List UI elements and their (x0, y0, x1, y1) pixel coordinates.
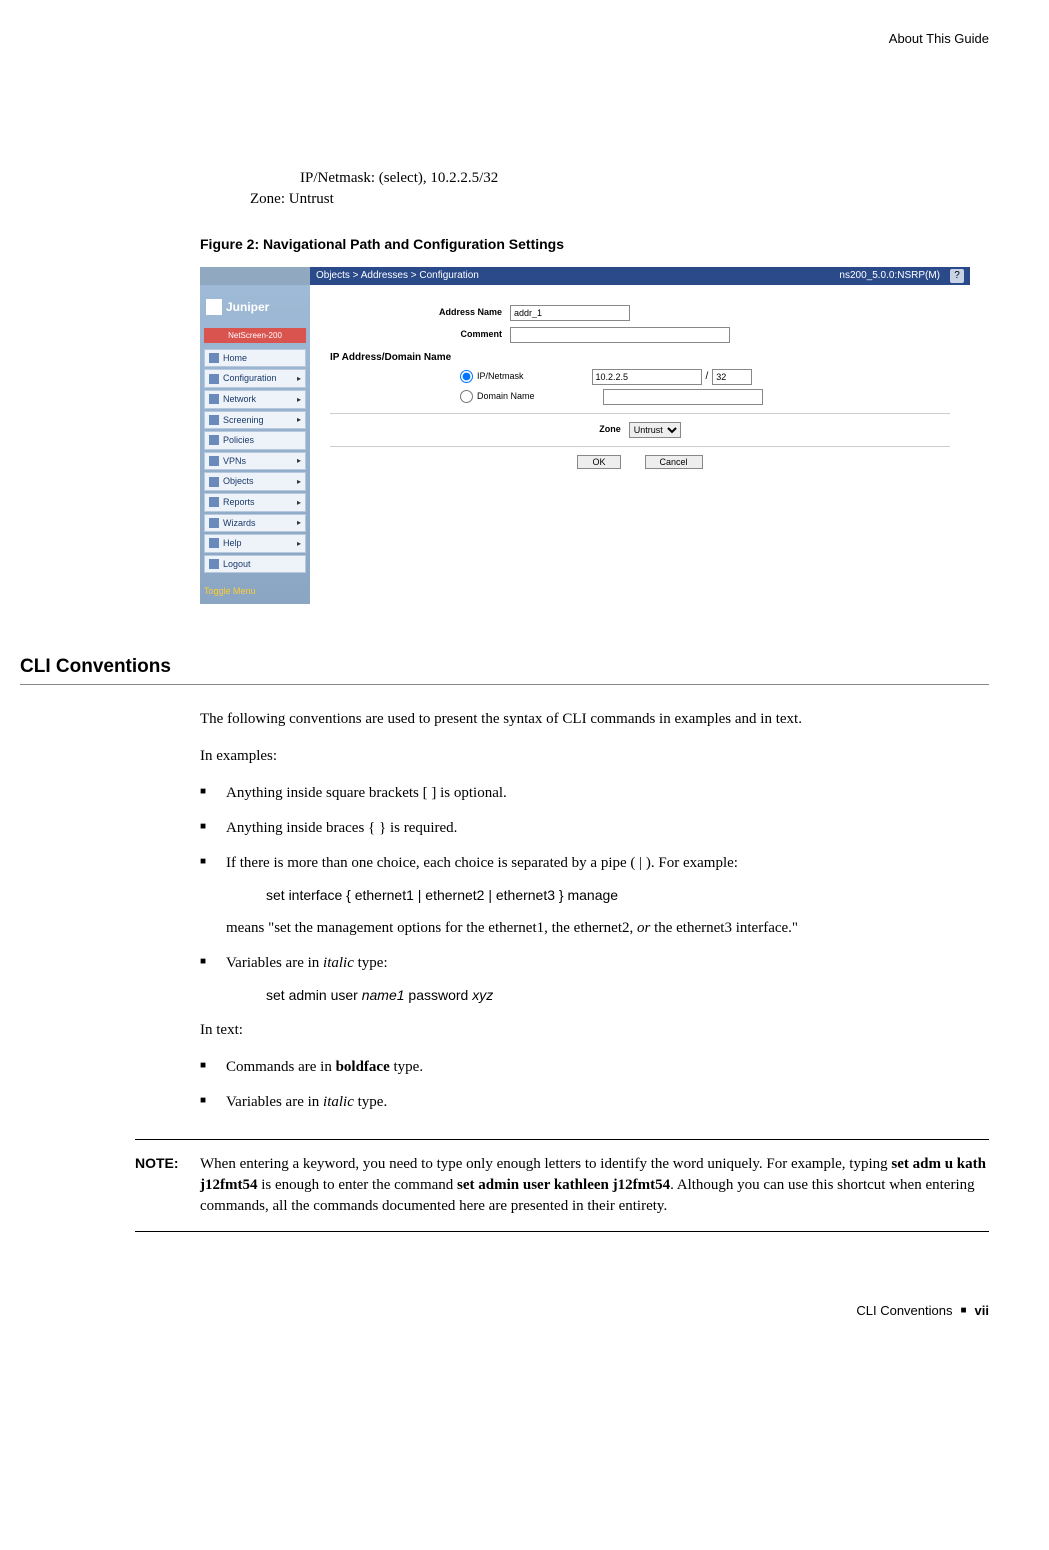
menu-icon (209, 538, 219, 548)
sidebar-item[interactable]: Screening▸ (204, 411, 306, 430)
comment-label: Comment (330, 328, 510, 341)
breadcrumb-bar: Objects > Addresses > Configuration ns20… (310, 267, 970, 285)
menu-icon (209, 559, 219, 569)
note-label: NOTE: (135, 1154, 200, 1217)
menu-icon (209, 497, 219, 507)
ip-netmask-label: IP/Netmask (477, 370, 532, 383)
chevron-right-icon: ▸ (297, 414, 301, 425)
section-heading: CLI Conventions (20, 654, 989, 681)
chevron-right-icon: ▸ (297, 476, 301, 487)
logo-icon (206, 299, 222, 315)
chevron-right-icon: ▸ (297, 394, 301, 405)
figure-caption: Figure 2: Navigational Path and Configur… (200, 235, 929, 255)
mask-input[interactable] (712, 369, 752, 385)
list-item: Commands are in boldface type. (200, 1057, 929, 1078)
zone-label: Zone (599, 423, 629, 436)
note-text: When entering a keyword, you need to typ… (200, 1154, 989, 1217)
sidebar-item[interactable]: Configuration▸ (204, 369, 306, 388)
ip-input[interactable] (592, 369, 702, 385)
sidebar-item[interactable]: Help▸ (204, 534, 306, 553)
zone-select[interactable]: Untrust (629, 422, 681, 438)
logo: Juniper (204, 295, 306, 326)
section-rule (20, 684, 989, 685)
logo-text: Juniper (226, 299, 269, 316)
note-block: NOTE: When entering a keyword, you need … (135, 1139, 989, 1232)
sidebar: Juniper NetScreen-200 Home Configuration… (200, 285, 310, 604)
ok-button[interactable]: OK (577, 455, 620, 469)
chevron-right-icon: ▸ (297, 373, 301, 384)
ip-netmask-radio[interactable] (460, 370, 473, 383)
ip-section-label: IP Address/Domain Name (330, 351, 950, 365)
menu-icon (209, 518, 219, 528)
domain-name-radio[interactable] (460, 390, 473, 403)
chevron-right-icon: ▸ (297, 497, 301, 508)
menu-icon (209, 435, 219, 445)
body-paragraph: The following conventions are used to pr… (200, 709, 929, 730)
domain-name-input[interactable] (603, 389, 763, 405)
sidebar-item[interactable]: Logout (204, 555, 306, 574)
sidebar-item[interactable]: Network▸ (204, 390, 306, 409)
menu-icon (209, 415, 219, 425)
sidebar-item[interactable]: Home (204, 349, 306, 368)
domain-name-label: Domain Name (477, 390, 543, 403)
breadcrumb: Objects > Addresses > Configuration (316, 269, 479, 283)
sidebar-item[interactable]: Wizards▸ (204, 514, 306, 533)
ip-netmask-line: IP/Netmask: (select), 10.2.2.5/32 (300, 168, 929, 189)
list-item: Anything inside braces { } is required. (200, 818, 929, 839)
command-example: set interface { ethernet1 | ethernet2 | … (266, 886, 929, 906)
command-example: set admin user name1 password xyz (266, 986, 929, 1006)
chevron-right-icon: ▸ (297, 538, 301, 549)
figure-screenshot: Objects > Addresses > Configuration ns20… (200, 267, 970, 604)
body-paragraph: In examples: (200, 746, 929, 767)
body-paragraph: In text: (200, 1020, 929, 1041)
list-item: Variables are in italic type. (200, 1092, 929, 1113)
menu-icon (209, 456, 219, 466)
list-item: Anything inside square brackets [ ] is o… (200, 783, 929, 804)
toggle-menu-link[interactable]: Toggle Menu (204, 575, 306, 598)
chevron-right-icon: ▸ (297, 455, 301, 466)
menu-icon (209, 374, 219, 384)
sidebar-item[interactable]: Policies (204, 431, 306, 450)
address-name-input[interactable] (510, 305, 630, 321)
menu-icon (209, 477, 219, 487)
address-name-label: Address Name (330, 306, 510, 319)
page-footer: CLI Conventions■vii (20, 1302, 989, 1320)
sidebar-item[interactable]: VPNs▸ (204, 452, 306, 471)
form-panel: Address Name Comment IP Address/Domain N… (310, 285, 970, 604)
comment-input[interactable] (510, 327, 730, 343)
chevron-right-icon: ▸ (297, 517, 301, 528)
menu-icon (209, 394, 219, 404)
zone-line: Zone: Untrust (250, 189, 929, 210)
help-icon[interactable]: ? (950, 269, 964, 283)
device-id: ns200_5.0.0:NSRP(M) (839, 269, 940, 283)
list-item: Variables are in italic type: set admin … (200, 953, 929, 1006)
sidebar-item[interactable]: Objects▸ (204, 472, 306, 491)
menu-icon (209, 353, 219, 363)
cancel-button[interactable]: Cancel (645, 455, 703, 469)
running-header: About This Guide (20, 30, 989, 48)
list-item: If there is more than one choice, each c… (200, 853, 929, 939)
product-badge: NetScreen-200 (204, 328, 306, 343)
sidebar-item[interactable]: Reports▸ (204, 493, 306, 512)
